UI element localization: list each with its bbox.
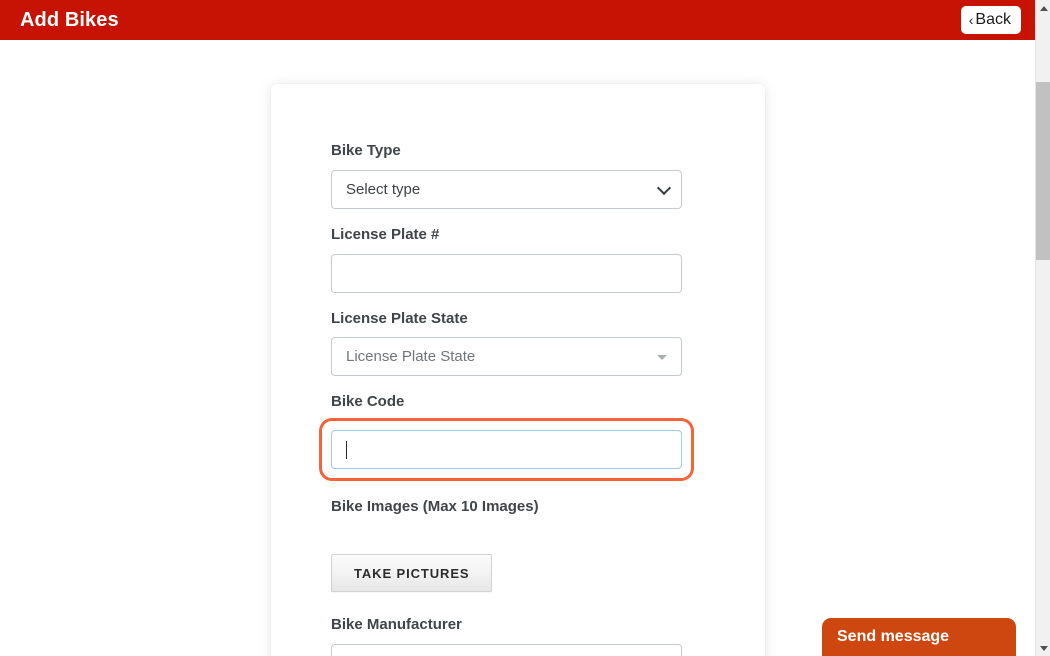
bike-code-focus-ring [322,421,691,478]
field-bike-type: Bike Type Select type [331,142,705,209]
bike-code-label: Bike Code [331,393,405,411]
field-bike-code: Bike Code [331,393,705,478]
back-button[interactable]: ‹ Back [960,5,1021,35]
text-caret [346,440,347,459]
scroll-up-icon[interactable] [1036,0,1050,16]
back-button-label: Back [975,10,1011,28]
bike-manufacturer-select[interactable]: Bike Manufacturer [331,643,682,656]
license-plate-state-label: License Plate State [331,309,468,327]
page-viewport: Add Bikes ‹ Back Bike Type Select type L… [0,0,1035,656]
bike-type-label: Bike Type [331,142,401,159]
bike-manufacturer-select-wrap: Bike Manufacturer [331,643,682,656]
app-header: Add Bikes ‹ Back [0,0,1035,40]
page-title: Add Bikes [20,9,119,31]
scrollbar-thumb[interactable] [1036,82,1050,260]
field-license-plate-state: License Plate State License Plate State [331,310,705,377]
chevron-left-icon: ‹ [968,11,974,28]
license-plate-number-input[interactable] [331,253,682,293]
send-message-widget[interactable]: Send message [822,618,1016,656]
license-plate-number-label: License Plate # [331,225,440,243]
bike-type-select-wrap: Select type [331,169,682,209]
add-bike-form-card: Bike Type Select type License Plate # Li… [271,84,765,656]
bike-images-label: Bike Images (Max 10 Images) [331,498,539,515]
bike-type-select[interactable]: Select type [331,169,682,209]
triangle-down-icon [657,354,667,360]
scroll-down-icon[interactable] [1036,640,1050,656]
take-pictures-button[interactable]: TAKE PICTURES [331,553,493,592]
license-plate-state-value: License Plate State [346,348,476,366]
field-bike-images: Bike Images (Max 10 Images) TAKE PICTURE… [331,498,705,592]
bike-code-input[interactable] [331,430,682,469]
field-license-plate-number: License Plate # [331,226,705,293]
license-plate-state-select[interactable]: License Plate State [331,337,682,377]
bike-manufacturer-label: Bike Manufacturer [331,615,462,633]
field-bike-manufacturer: Bike Manufacturer Bike Manufacturer [331,616,705,656]
page-scrollbar[interactable] [1035,0,1050,656]
send-message-label: Send message [837,628,950,645]
